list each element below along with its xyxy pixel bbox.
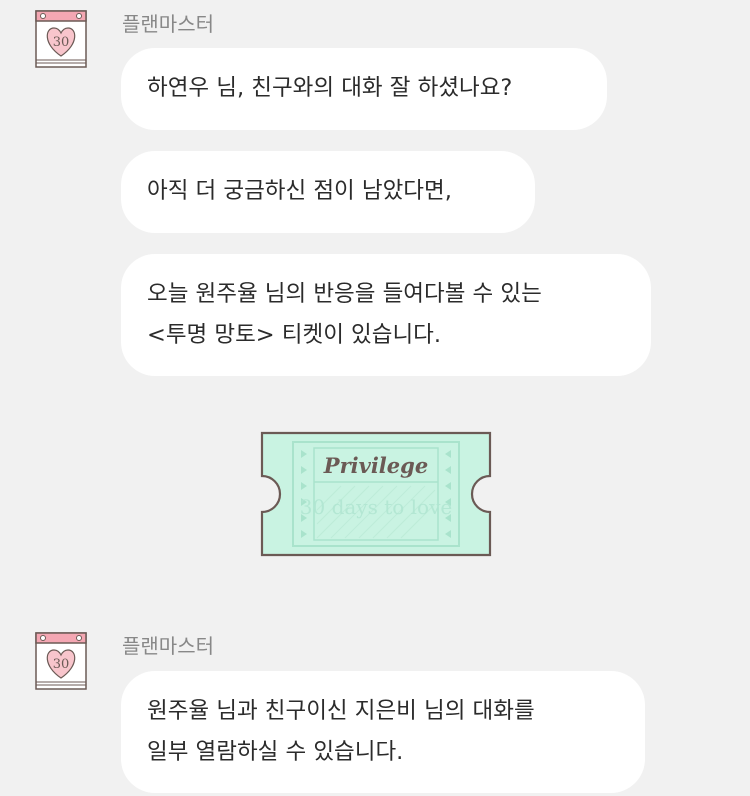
ticket-subtitle: 30 days to love [300, 495, 452, 519]
heart-calendar-icon: 30 [35, 10, 87, 68]
ticket-icon: Privilege 30 days to love [260, 431, 492, 557]
bubble-text: 일부 열람하실 수 있습니다. [147, 739, 404, 765]
privilege-ticket[interactable]: Privilege 30 days to love [259, 430, 493, 558]
heart-calendar-icon: 30 [35, 632, 87, 690]
chat-bubble[interactable]: 오늘 원주율 님의 반응을 들여다볼 수 있는 <투명 망토> 티켓이 있습니다… [121, 254, 651, 376]
bubble-text: 아직 더 궁금하신 점이 남았다면, [147, 178, 452, 204]
avatar-number: 30 [53, 35, 70, 50]
ticket-title: Privilege [323, 453, 428, 478]
sender-name: 플랜마스터 [122, 634, 214, 658]
chat-bubble[interactable]: 원주율 님과 친구이신 지은비 님의 대화를 일부 열람하실 수 있습니다. [121, 671, 645, 793]
bubble-text: 원주율 님과 친구이신 지은비 님의 대화를 [147, 698, 535, 724]
bubble-text: 오늘 원주율 님의 반응을 들여다볼 수 있는 [147, 281, 542, 307]
bubble-text: 하연우 님, 친구와의 대화 잘 하셨나요? [147, 75, 513, 101]
profile-avatar[interactable]: 30 [35, 632, 87, 690]
profile-avatar[interactable]: 30 [35, 10, 87, 68]
sender-name: 플랜마스터 [122, 12, 214, 36]
avatar-number: 30 [53, 657, 70, 672]
chat-bubble[interactable]: 하연우 님, 친구와의 대화 잘 하셨나요? [121, 48, 607, 130]
chat-bubble[interactable]: 아직 더 궁금하신 점이 남았다면, [121, 151, 535, 233]
bubble-text: <투명 망토> 티켓이 있습니다. [147, 322, 442, 348]
